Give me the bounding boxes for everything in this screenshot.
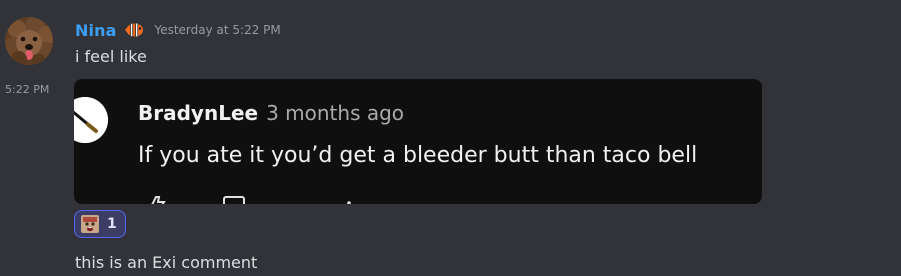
- youtube-comment-embed[interactable]: BradynLee 3 months ago If you ate it you…: [74, 79, 762, 204]
- reaction-count: 1: [107, 216, 117, 232]
- embed-action-icons: [144, 191, 444, 204]
- user-avatar[interactable]: [5, 17, 53, 65]
- dog-avatar-icon: [5, 17, 53, 65]
- embed-comment-text: If you ate it you’d get a bleeder butt t…: [138, 143, 698, 168]
- chat-message-group: Nina Yesterday at 5:22 PM i feel like 5:…: [0, 0, 901, 276]
- followup-timestamp: 5:22 PM: [5, 83, 50, 96]
- message-timestamp: Yesterday at 5:22 PM: [154, 23, 281, 37]
- message-text: this is an Exi comment: [75, 253, 258, 272]
- knife-avatar-icon: [74, 97, 108, 143]
- username[interactable]: Nina: [75, 21, 116, 40]
- message-text: i feel like: [75, 47, 147, 66]
- embed-age: 3 months ago: [266, 101, 405, 125]
- pepe-emoji-icon: [81, 215, 99, 233]
- message-header: Nina Yesterday at 5:22 PM: [75, 18, 281, 42]
- reaction-pill[interactable]: 1: [74, 210, 126, 238]
- embed-author-row: BradynLee 3 months ago: [138, 101, 404, 125]
- clownfish-icon[interactable]: [124, 20, 144, 40]
- embed-author[interactable]: BradynLee: [138, 101, 258, 125]
